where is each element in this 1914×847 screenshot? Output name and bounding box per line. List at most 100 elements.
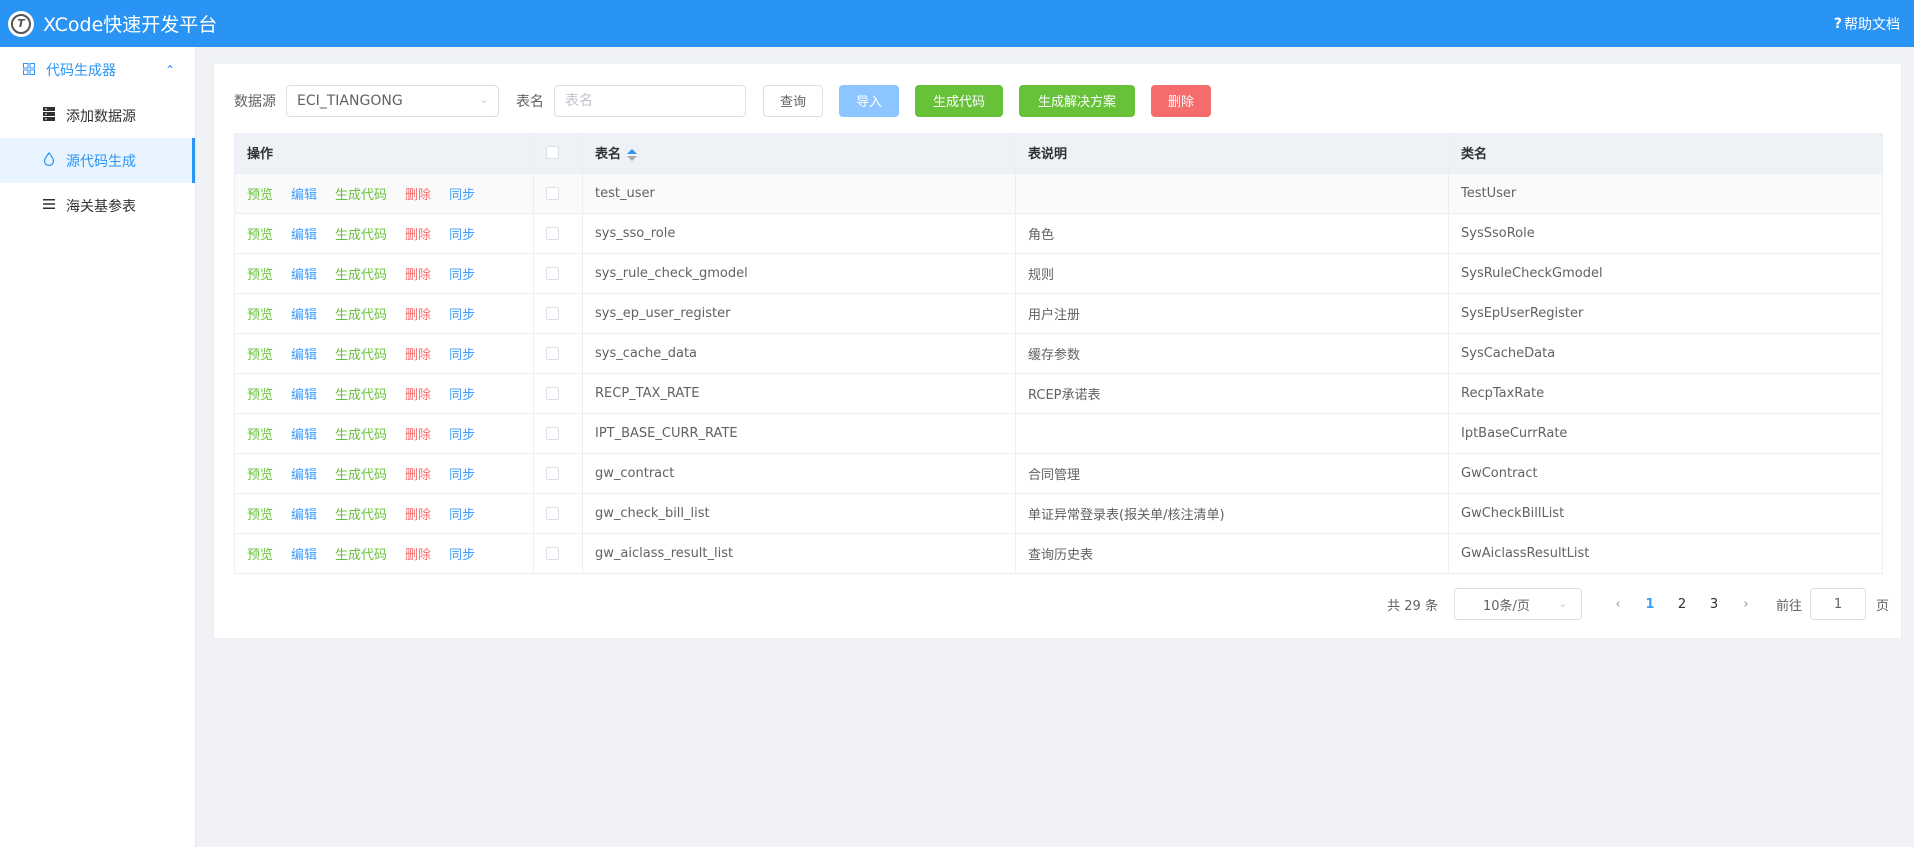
row-checkbox[interactable] [546,186,559,200]
datasource-select[interactable]: ECI_TIANGONG ⌄ [286,84,499,117]
edit-link[interactable]: 编辑 [291,424,317,443]
prev-page-button[interactable]: ‹ [1602,597,1634,612]
edit-link[interactable]: 编辑 [291,384,317,403]
cell-description: 缓存参数 [1015,333,1449,374]
edit-link[interactable]: 编辑 [291,544,317,563]
select-all-checkbox[interactable] [546,146,559,160]
list-icon [42,198,56,213]
table-header-row: 操作 表名 表说明 类名 [234,133,1883,174]
help-label: 帮助文档 [1844,16,1900,33]
goto-page-input[interactable] [1809,588,1866,620]
row-checkbox[interactable] [546,346,559,360]
table-row: 预览 编辑 生成代码 删除 同步 gw_check_bill_list 单证异常登录表(报关… [234,493,1883,534]
cell-class-name: RecpTaxRate [1448,373,1883,414]
sync-link[interactable]: 同步 [449,224,475,243]
sync-link[interactable]: 同步 [449,544,475,563]
preview-link[interactable]: 预览 [247,184,273,203]
sync-link[interactable]: 同步 [449,304,475,323]
cell-table-name: sys_cache_data [582,333,1016,374]
generate-code-link[interactable]: 生成代码 [335,424,387,443]
row-checkbox[interactable] [546,426,559,440]
delete-link[interactable]: 删除 [405,304,431,323]
generate-code-link[interactable]: 生成代码 [335,544,387,563]
delete-link[interactable]: 删除 [405,224,431,243]
generate-solution-button[interactable]: 生成解决方案 [1019,84,1135,117]
delete-button[interactable]: 删除 [1151,84,1211,117]
import-button[interactable]: 导入 [839,84,899,117]
edit-link[interactable]: 编辑 [291,264,317,283]
sync-link[interactable]: 同步 [449,424,475,443]
row-checkbox[interactable] [546,546,559,560]
edit-link[interactable]: 编辑 [291,224,317,243]
generate-code-button[interactable]: 生成代码 [915,84,1003,117]
cell-class-name: GwAiclassResultList [1448,533,1883,574]
preview-link[interactable]: 预览 [247,304,273,323]
page-2-button[interactable]: 2 [1666,597,1698,612]
delete-link[interactable]: 删除 [405,424,431,443]
sidebar-item-source-code-gen[interactable]: 源代码生成 [0,138,195,183]
row-checkbox[interactable] [546,226,559,240]
brand[interactable]: T XCode快速开发平台 [0,10,217,37]
delete-link[interactable]: 删除 [405,504,431,523]
preview-link[interactable]: 预览 [247,424,273,443]
row-select [533,293,583,334]
generate-code-link[interactable]: 生成代码 [335,224,387,243]
next-page-button[interactable]: › [1730,597,1762,612]
edit-link[interactable]: 编辑 [291,304,317,323]
page-size-select[interactable]: 10条/页 ⌄ [1453,588,1582,620]
preview-link[interactable]: 预览 [247,224,273,243]
goto-label: 前往 [1775,598,1802,614]
delete-link[interactable]: 删除 [405,344,431,363]
sidebar-item-customs-params[interactable]: 海关基参表 [0,183,195,228]
sidebar-item-add-datasource[interactable]: 添加数据源 [0,93,195,138]
edit-link[interactable]: 编辑 [291,504,317,523]
generate-code-link[interactable]: 生成代码 [335,184,387,203]
edit-link[interactable]: 编辑 [291,344,317,363]
preview-link[interactable]: 预览 [247,384,273,403]
sync-link[interactable]: 同步 [449,264,475,283]
help-link[interactable]: ? 帮助文档 [1834,14,1914,34]
header-select-all [533,133,583,174]
row-actions: 预览 编辑 生成代码 删除 同步 [234,453,534,494]
delete-link[interactable]: 删除 [405,184,431,203]
pagination-total: 共 29 条 [1387,598,1438,614]
generate-code-link[interactable]: 生成代码 [335,384,387,403]
page-1-button[interactable]: 1 [1634,597,1666,612]
generate-code-link[interactable]: 生成代码 [335,504,387,523]
preview-link[interactable]: 预览 [247,464,273,483]
edit-link[interactable]: 编辑 [291,184,317,203]
menu-group-code-generator[interactable]: 代码生成器 ⌃ [0,47,195,93]
sync-link[interactable]: 同步 [449,184,475,203]
query-button[interactable]: 查询 [763,84,823,117]
row-checkbox[interactable] [546,386,559,400]
row-checkbox[interactable] [546,506,559,520]
generate-code-link[interactable]: 生成代码 [335,264,387,283]
delete-link[interactable]: 删除 [405,264,431,283]
edit-link[interactable]: 编辑 [291,464,317,483]
preview-link[interactable]: 预览 [247,544,273,563]
delete-link[interactable]: 删除 [405,464,431,483]
preview-link[interactable]: 预览 [247,504,273,523]
row-checkbox[interactable] [546,266,559,280]
row-checkbox[interactable] [546,466,559,480]
delete-link[interactable]: 删除 [405,544,431,563]
logo-letter: T [11,13,31,34]
sync-link[interactable]: 同步 [449,344,475,363]
sort-icon[interactable] [627,148,638,162]
generate-code-link[interactable]: 生成代码 [335,344,387,363]
sync-link[interactable]: 同步 [449,464,475,483]
preview-link[interactable]: 预览 [247,264,273,283]
sync-link[interactable]: 同步 [449,504,475,523]
page-3-button[interactable]: 3 [1698,597,1730,612]
app-title: XCode快速开发平台 [43,14,218,36]
row-actions: 预览 编辑 生成代码 删除 同步 [234,213,534,254]
tablename-input[interactable] [554,84,746,117]
delete-link[interactable]: 删除 [405,384,431,403]
header-table-name[interactable]: 表名 [582,133,1016,174]
generate-code-link[interactable]: 生成代码 [335,464,387,483]
row-checkbox[interactable] [546,306,559,320]
row-select [533,493,583,534]
sync-link[interactable]: 同步 [449,384,475,403]
preview-link[interactable]: 预览 [247,344,273,363]
generate-code-link[interactable]: 生成代码 [335,304,387,323]
